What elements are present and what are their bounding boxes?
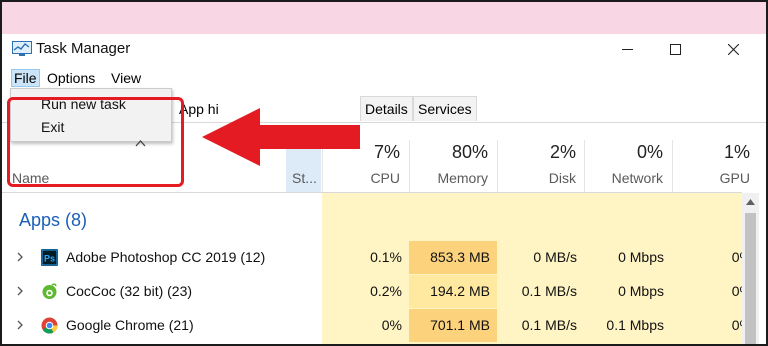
- column-header-memory[interactable]: Memory: [412, 170, 488, 186]
- task-manager-window: Task Manager File Options View App hi De…: [2, 34, 766, 344]
- column-header-disk[interactable]: Disk: [502, 170, 576, 186]
- memory-value: 194.2 MB: [430, 283, 490, 299]
- gpu-cell: 0%: [672, 241, 752, 274]
- close-icon: [727, 43, 739, 55]
- disk-cell: 0.1 MB/s: [521, 317, 577, 333]
- table-row[interactable]: Google Chrome (21) 0% 701.1 MB 0.1 MB/s …: [2, 309, 752, 342]
- table-row[interactable]: Ps Adobe Photoshop CC 2019 (12) 0.1% 853…: [2, 241, 752, 274]
- memory-cell: 194.2 MB: [409, 275, 497, 308]
- network-cell: 0 Mbps: [618, 249, 664, 265]
- column-header-status[interactable]: St...: [292, 170, 317, 186]
- menu-run-new-task[interactable]: Run new task: [41, 96, 126, 112]
- menu-bar: File Options View: [2, 66, 766, 90]
- cpu-cell: 0%: [381, 317, 402, 333]
- column-divider: [672, 140, 673, 192]
- fewer-details-caret-icon[interactable]: [135, 134, 146, 152]
- photoshop-icon: Ps: [41, 249, 58, 266]
- menu-exit[interactable]: Exit: [41, 119, 64, 135]
- apps-group-heading[interactable]: Apps (8): [19, 210, 87, 231]
- network-cell: 0.1 Mbps: [606, 317, 664, 333]
- process-name: CocCoc (32 bit) (23): [66, 283, 193, 299]
- column-header-cpu[interactable]: CPU: [332, 170, 400, 186]
- process-name: Google Chrome (21): [66, 317, 194, 333]
- column-header-gpu[interactable]: GPU: [676, 170, 750, 186]
- disk-percent: 2%: [549, 142, 576, 162]
- task-manager-icon: [12, 41, 32, 56]
- table-row[interactable]: CocCoc (32 bit) (23) 0.2% 194.2 MB 0.1 M…: [2, 275, 752, 308]
- file-menu-dropdown: Run new task Exit: [10, 88, 172, 142]
- scroll-up-arrow-icon[interactable]: [742, 193, 759, 210]
- tab-services[interactable]: Services: [413, 96, 477, 121]
- process-name: Adobe Photoshop CC 2019 (12): [66, 249, 266, 265]
- gpu-cell: 0%: [672, 275, 752, 308]
- minimize-button[interactable]: [604, 34, 650, 64]
- svg-text:Ps: Ps: [44, 254, 55, 264]
- column-header-name[interactable]: Name: [12, 170, 49, 186]
- memory-value: 701.1 MB: [430, 317, 490, 333]
- menu-options[interactable]: Options: [45, 70, 97, 86]
- maximize-button[interactable]: [652, 34, 698, 64]
- memory-cell: 701.1 MB: [409, 309, 497, 342]
- expand-chevron-icon[interactable]: [16, 250, 24, 269]
- close-button[interactable]: [710, 34, 756, 64]
- title-bar: Task Manager: [2, 34, 766, 64]
- disk-cell: 0 MB/s: [533, 249, 577, 265]
- column-divider: [584, 140, 585, 192]
- scrollbar-thumb[interactable]: [745, 213, 756, 344]
- gpu-percent: 1%: [723, 142, 750, 162]
- coccoc-icon: [41, 283, 58, 300]
- window-title: Task Manager: [36, 40, 131, 57]
- column-header-network[interactable]: Network: [588, 170, 663, 186]
- minimize-icon: [621, 48, 633, 50]
- cpu-cell: 0.2%: [370, 283, 402, 299]
- tab-details[interactable]: Details: [360, 96, 413, 121]
- network-percent: 0%: [636, 142, 663, 162]
- network-cell: 0 Mbps: [618, 283, 664, 299]
- column-divider: [497, 140, 498, 192]
- menu-file[interactable]: File: [11, 69, 40, 87]
- expand-chevron-icon[interactable]: [16, 318, 24, 337]
- memory-cell: 853.3 MB: [409, 241, 497, 274]
- disk-cell: 0.1 MB/s: [521, 283, 577, 299]
- column-divider: [409, 140, 410, 192]
- gpu-cell: 0%: [672, 309, 752, 342]
- vertical-scrollbar[interactable]: [742, 193, 759, 344]
- menu-view[interactable]: View: [109, 70, 143, 86]
- memory-percent: 80%: [451, 142, 488, 162]
- red-arrow-icon: [202, 108, 360, 171]
- maximize-icon: [669, 43, 681, 55]
- cpu-cell: 0.1%: [370, 249, 402, 265]
- expand-chevron-icon[interactable]: [16, 284, 24, 303]
- memory-value: 853.3 MB: [430, 249, 490, 265]
- chrome-icon: [41, 317, 58, 334]
